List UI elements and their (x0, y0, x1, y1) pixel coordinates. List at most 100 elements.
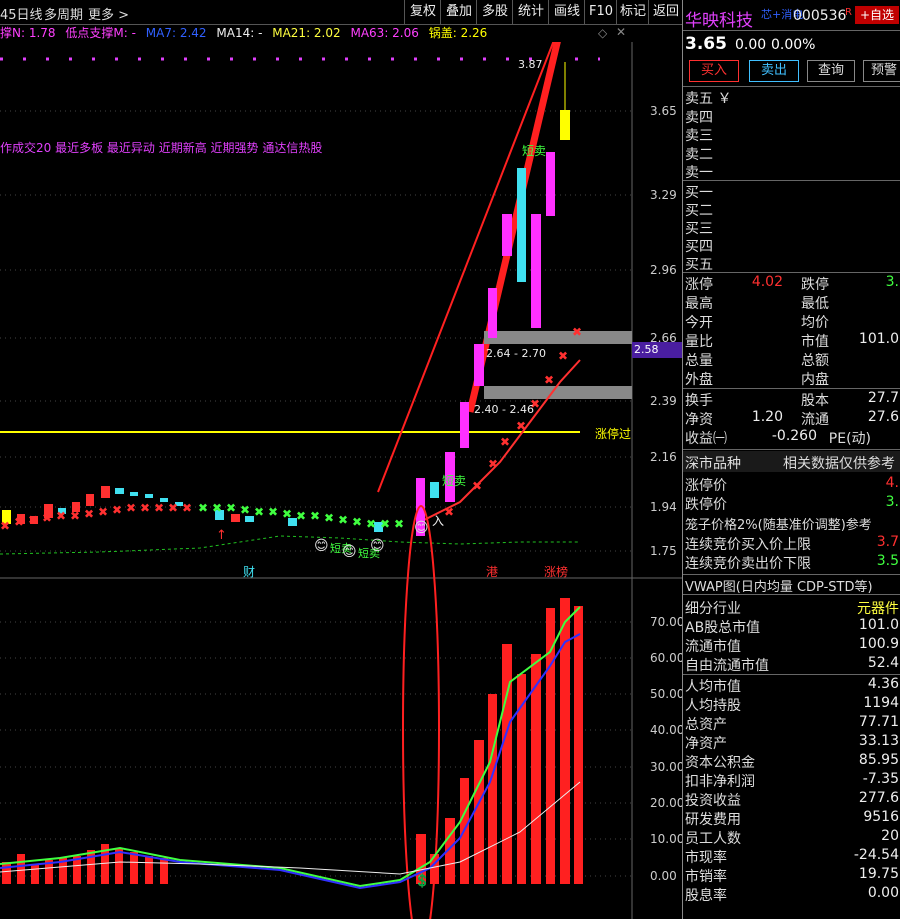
svg-text:✖: ✖ (226, 501, 236, 515)
sell-button[interactable]: 卖出 (749, 60, 799, 82)
support-n-value: 撑N: 1.78 (0, 26, 56, 40)
svg-text:✖: ✖ (500, 435, 510, 449)
svg-text:✖: ✖ (572, 325, 582, 339)
quote-panel: 华映科技 芯+消电 000536 R +自选 3.65 0.00 0.00% 买… (682, 0, 900, 919)
ma63-value: MA63: 2.06 (350, 26, 419, 40)
up-arrow-icon: ↑ (216, 528, 227, 543)
toolbar-button-back[interactable]: 返回 (648, 0, 683, 24)
svg-text:✖: ✖ (296, 509, 306, 523)
volume-tick: 20.00 (650, 796, 685, 810)
bid-row-4: 买四 (685, 239, 713, 255)
svg-text:✖: ✖ (112, 503, 122, 517)
add-watchlist-button[interactable]: +自选 (855, 6, 899, 24)
dollar-icon: 💲 (414, 874, 431, 889)
svg-text:✖: ✖ (140, 501, 150, 515)
toolbar-button-draw[interactable]: 画线 (548, 0, 585, 24)
stock-code: 000536 (793, 8, 847, 24)
svg-text:✖: ✖ (154, 501, 164, 515)
indicator-bar: 撑N: 1.78 低点支撑M: - MA7: 2.42 MA14: - MA21… (0, 24, 632, 42)
fundamental-row: 流通市值 100.9 (685, 636, 899, 655)
volume-tick: 40.00 (650, 723, 685, 737)
svg-text:✖: ✖ (380, 517, 390, 531)
toolbar-button-f10[interactable]: F10 (584, 0, 617, 24)
vwap-title[interactable]: VWAP图(日内均量 CDP-STD等) (683, 576, 900, 595)
quote-row-turnover: 换手 股本 27.7 (685, 390, 899, 409)
quote-row-volratio: 量比 市值 101.0 (685, 331, 899, 350)
multi-period-button[interactable]: 多周期 (44, 4, 83, 23)
price-tick: 2.16 (650, 450, 677, 464)
svg-text:✖: ✖ (488, 457, 498, 471)
query-button[interactable]: 查询 (807, 60, 855, 82)
fundamental-row: 股息率 0.00 (685, 885, 899, 904)
svg-text:✖: ✖ (14, 515, 24, 529)
period-selector[interactable]: 45日线 (0, 4, 43, 23)
price-tick: 2.96 (650, 263, 677, 277)
toolbar-button-multistock[interactable]: 多股 (476, 0, 513, 24)
limit-up-price-row: 涨停价 4. (685, 475, 899, 494)
price-tick: 1.94 (650, 500, 677, 514)
fundamental-row: 市现率 -24.54 (685, 847, 899, 866)
bid-row-3: 买三 (685, 221, 713, 237)
resistance-box-2 (484, 386, 632, 399)
fundamental-row: 研发费用 9516 (685, 809, 899, 828)
short-sell-label: 短卖 (442, 474, 467, 488)
volume-tick: 70.00 (650, 615, 685, 629)
event-mark-finance[interactable]: 财 (243, 563, 255, 580)
svg-text:✖: ✖ (268, 505, 278, 519)
svg-text:✖: ✖ (394, 517, 404, 531)
price-tick: 3.65 (650, 104, 677, 118)
more-menu[interactable]: 更多 > (88, 4, 129, 23)
quote-row-open: 今开 均价 (685, 315, 829, 331)
kline-chart[interactable]: ✖ ✖ ✖ ✖ ✖ ✖ ✖ ✖ ✖ ✖ ✖ ✖ ✖ ✖ ✖ ✖ ✖ ✖ ✖ ✖ ✖ ✖ ✖ ✖ ✖ ✖ ✖ ✖ ✖ ✖… (0, 42, 682, 919)
collapse-icon[interactable]: ◇ (598, 26, 607, 40)
fundamental-row: AB股总市值 101.0 (685, 617, 899, 636)
price-change: 0.00 (735, 37, 767, 53)
alert-button[interactable]: 预警 (863, 60, 900, 82)
fundamental-row: 人均持股 1194 (685, 695, 899, 714)
pot-lid-value: 锅盖: 2.26 (428, 26, 488, 40)
ask-row-4: 卖四 (685, 110, 713, 126)
svg-text:✖: ✖ (472, 479, 482, 493)
event-mark-rank[interactable]: 涨榜 (544, 563, 568, 580)
volume-tick: 50.00 (650, 687, 685, 701)
toolbar-button-adjust[interactable]: 复权 (404, 0, 441, 24)
close-icon[interactable]: ✕ (616, 25, 626, 39)
last-price: 3.65 (685, 34, 727, 54)
svg-text:✖: ✖ (70, 509, 80, 523)
fundamental-row: 自由流通市值 52.4 (685, 655, 899, 674)
svg-text:✖: ✖ (352, 515, 362, 529)
price-tick: 1.75 (650, 544, 677, 558)
svg-text:✖: ✖ (98, 505, 108, 519)
market-section-header: 深市品种 相关数据仅供参考 (683, 451, 900, 472)
fundamental-row: 细分行业 元器件 (685, 601, 899, 617)
ask-row-5: 卖五 ￥ (685, 91, 732, 107)
fundamental-row: 市销率 19.75 (685, 866, 899, 885)
fundamental-row: 员工人数 20 (685, 828, 899, 847)
volume-tick: 0.00 (650, 869, 677, 883)
smiley-icon: 😊 (370, 538, 385, 554)
limit-line-label: 涨停过 (595, 427, 632, 441)
cage-price-row: 笼子价格2%(随基准价调整)参考 (685, 518, 872, 533)
toolbar-button-overlay[interactable]: 叠加 (440, 0, 477, 24)
event-mark-hk[interactable]: 港 (486, 563, 498, 580)
r-badge: R (845, 7, 852, 18)
box-label-2: 2.40 - 2.46 (474, 403, 534, 416)
price-tick: 2.39 (650, 394, 677, 408)
svg-text:✖: ✖ (544, 373, 554, 387)
ma21-value: MA21: 2.02 (272, 26, 341, 40)
toolbar-button-mark[interactable]: 标记 (616, 0, 649, 24)
svg-text:✖: ✖ (42, 511, 52, 525)
svg-text:✖: ✖ (254, 505, 264, 519)
svg-text:✖: ✖ (310, 509, 320, 523)
buy-button[interactable]: 买入 (689, 60, 739, 82)
bid-row-5: 买五 (685, 257, 713, 273)
svg-text:✖: ✖ (168, 501, 178, 515)
quote-row-outer: 外盘 内盘 (685, 372, 829, 388)
fundamental-row: 人均市值 4.36 (685, 676, 899, 695)
quote-row-highlow: 最高 最低 (685, 296, 829, 312)
svg-text:✖: ✖ (28, 513, 38, 527)
fundamental-row: 净资产 33.13 (685, 733, 899, 752)
toolbar-button-stats[interactable]: 统计 (512, 0, 549, 24)
svg-text:✖: ✖ (558, 349, 568, 363)
svg-text:✖: ✖ (366, 517, 376, 531)
